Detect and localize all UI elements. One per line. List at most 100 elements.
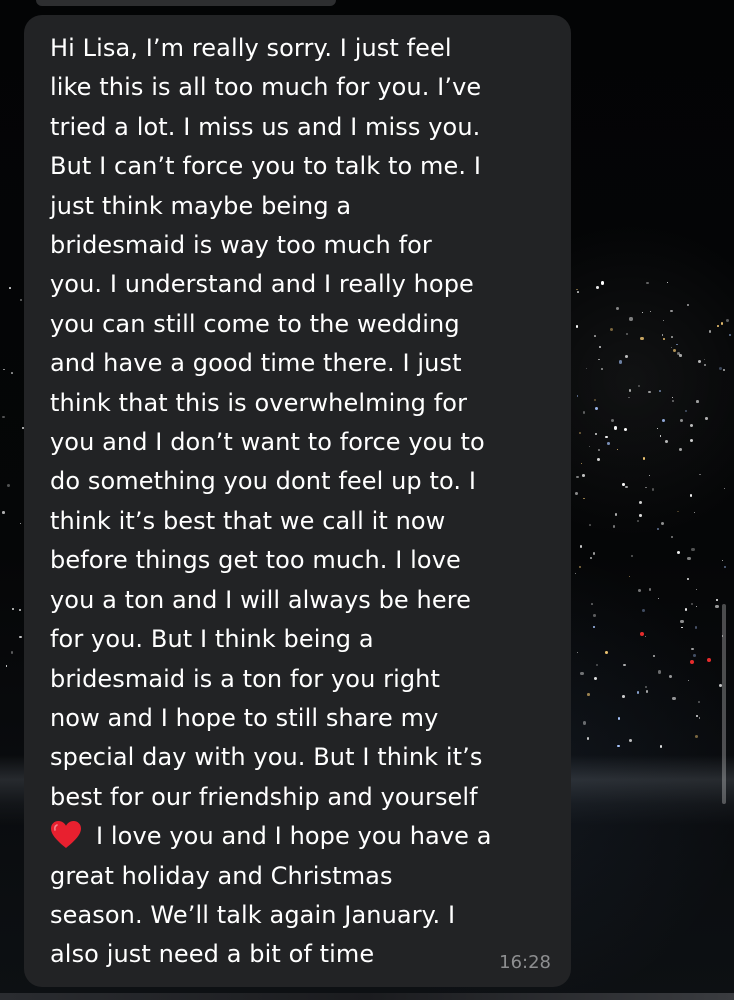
bottom-bar-sliver bbox=[0, 993, 734, 1000]
wallpaper-sparkle bbox=[649, 311, 652, 313]
wallpaper-sparkle bbox=[689, 438, 693, 443]
wallpaper-sparkle bbox=[698, 717, 701, 719]
message-line: season. We’ll talk again January. I bbox=[50, 900, 456, 929]
red-heart-icon bbox=[51, 821, 81, 849]
wallpaper-sparkle bbox=[680, 619, 684, 623]
wallpaper-sparkle bbox=[595, 432, 598, 436]
wallpaper-sparkle bbox=[660, 522, 664, 526]
wallpaper-sparkle bbox=[690, 660, 694, 664]
message-line: you. I understand and I really hope bbox=[50, 270, 474, 299]
wallpaper-sparkle bbox=[630, 555, 633, 558]
wallpaper-sparkle bbox=[677, 510, 679, 513]
wallpaper-sparkle bbox=[623, 664, 626, 667]
wallpaper-sparkle bbox=[618, 360, 623, 364]
wallpaper-sparkle bbox=[616, 448, 618, 451]
wallpaper-sparkle bbox=[577, 395, 579, 397]
wallpaper-sparkle bbox=[709, 330, 712, 333]
wallpaper-sparkle bbox=[679, 447, 683, 451]
wallpaper-sparkle bbox=[577, 652, 579, 654]
wallpaper-sparkle bbox=[724, 566, 726, 569]
wallpaper-sparkle bbox=[595, 663, 599, 667]
wallpaper-sparkle bbox=[612, 525, 616, 528]
wallpaper-sparkle bbox=[599, 345, 601, 348]
wallpaper-sparkle bbox=[623, 427, 628, 432]
wallpaper-sparkle bbox=[656, 428, 658, 430]
wallpaper-sparkle bbox=[705, 417, 708, 421]
wallpaper-sparkle bbox=[11, 651, 14, 654]
wallpaper-sparkle bbox=[644, 686, 647, 689]
wallpaper-sparkle bbox=[707, 658, 711, 662]
message-line: just think maybe being a bbox=[50, 191, 352, 220]
message-line: now and I hope to still share my bbox=[50, 703, 439, 732]
wallpaper-sparkle bbox=[600, 281, 605, 285]
wallpaper-sparkle bbox=[641, 311, 643, 313]
wallpaper-sparkle bbox=[696, 589, 698, 591]
wallpaper-sparkle bbox=[587, 693, 590, 696]
scroll-indicator[interactable] bbox=[722, 604, 726, 804]
previous-message-bubble-edge[interactable] bbox=[36, 0, 336, 6]
wallpaper-sparkle bbox=[699, 473, 701, 475]
wallpaper-sparkle bbox=[583, 411, 586, 414]
wallpaper-sparkle bbox=[589, 557, 592, 559]
message-line: you a ton and I will always be here bbox=[50, 585, 472, 614]
wallpaper-sparkle bbox=[659, 390, 661, 392]
wallpaper-sparkle bbox=[664, 439, 669, 443]
wallpaper-sparkle bbox=[596, 457, 601, 461]
wallpaper-sparkle bbox=[719, 366, 723, 370]
wallpaper-sparkle bbox=[687, 680, 689, 682]
wallpaper-sparkle bbox=[5, 665, 8, 667]
wallpaper-sparkle bbox=[723, 368, 726, 371]
wallpaper-sparkle bbox=[703, 359, 705, 361]
wallpaper-sparkle bbox=[593, 626, 596, 629]
wallpaper-sparkle bbox=[652, 488, 655, 491]
wallpaper-sparkle bbox=[697, 701, 700, 703]
wallpaper-sparkle bbox=[695, 714, 698, 717]
message-heart-line: I love you and I hope you have a bbox=[50, 817, 549, 856]
wallpaper-sparkle bbox=[686, 304, 689, 307]
wallpaper-sparkle bbox=[640, 336, 644, 340]
wallpaper-sparkle bbox=[659, 745, 663, 748]
wallpaper-sparkle bbox=[636, 691, 640, 694]
wallpaper-sparkle bbox=[637, 384, 640, 387]
wallpaper-sparkle bbox=[646, 281, 649, 285]
wallpaper-sparkle bbox=[658, 598, 660, 600]
wallpaper-sparkle bbox=[601, 367, 604, 370]
wallpaper-sparkle bbox=[637, 519, 640, 522]
wallpaper-sparkle bbox=[715, 604, 719, 608]
wallpaper-sparkle bbox=[598, 358, 600, 361]
wallpaper-sparkle bbox=[649, 474, 651, 476]
wallpaper-sparkle bbox=[595, 286, 599, 289]
wallpaper-sparkle bbox=[659, 435, 662, 437]
wallpaper-sparkle bbox=[645, 635, 647, 637]
incoming-message-bubble[interactable]: Hi Lisa, I’m really sorry. I just feel l… bbox=[24, 15, 571, 987]
wallpaper-sparkle bbox=[703, 363, 706, 366]
wallpaper-sparkle bbox=[582, 721, 587, 725]
message-line: think that this is overwhelming for bbox=[50, 388, 468, 417]
wallpaper-sparkle bbox=[11, 372, 13, 374]
wallpaper-sparkle bbox=[609, 327, 613, 331]
wallpaper-sparkle bbox=[575, 573, 577, 575]
message-line: before things get too much. I love bbox=[50, 546, 461, 575]
wallpaper-sparkle bbox=[684, 409, 688, 413]
wallpaper-sparkle bbox=[607, 442, 611, 446]
message-text: Hi Lisa, I’m really sorry. I just feel l… bbox=[50, 29, 549, 975]
wallpaper-sparkle bbox=[575, 491, 578, 495]
message-line: for you. But I think being a bbox=[50, 625, 374, 654]
wallpaper-sparkle bbox=[690, 602, 694, 606]
message-line: bridesmaid is way too much for bbox=[50, 231, 432, 260]
message-line: special day with you. But I think it’s bbox=[50, 743, 483, 772]
wallpaper-sparkle bbox=[19, 298, 22, 302]
message-line: Hi Lisa, I’m really sorry. I just feel bbox=[50, 34, 452, 62]
message-line: But I can’t force you to talk to me. I bbox=[50, 152, 482, 181]
wallpaper-sparkle bbox=[676, 343, 678, 346]
wallpaper-sparkle bbox=[677, 550, 680, 554]
wallpaper-sparkle bbox=[582, 473, 586, 477]
wallpaper-sparkle bbox=[628, 576, 630, 578]
wallpaper-sparkle bbox=[617, 717, 621, 720]
wallpaper-sparkle bbox=[622, 695, 625, 698]
wallpaper-sparkle bbox=[598, 449, 600, 451]
wallpaper-sparkle bbox=[577, 291, 579, 293]
wallpaper-sparkle bbox=[637, 589, 641, 593]
wallpaper-sparkle bbox=[605, 435, 608, 439]
wallpaper-sparkle bbox=[591, 603, 593, 605]
